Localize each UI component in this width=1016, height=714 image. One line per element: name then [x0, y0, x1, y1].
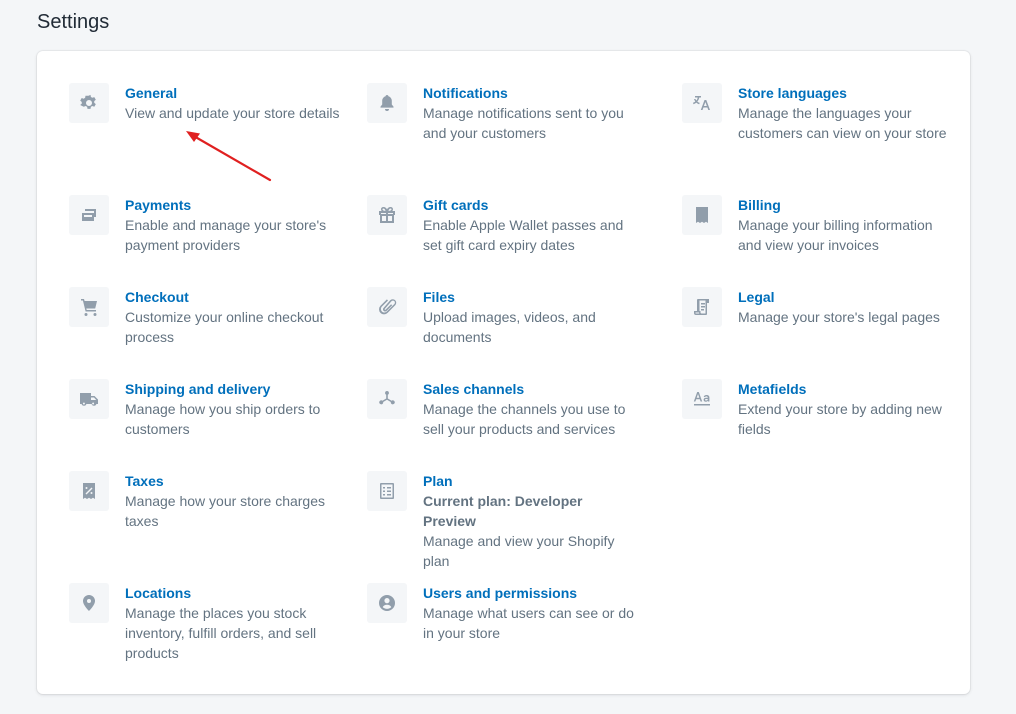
settings-item-title[interactable]: Checkout [125, 287, 340, 307]
settings-card: General View and update your store detai… [37, 51, 970, 694]
settings-item-description: Manage what users can see or do in your … [423, 605, 634, 641]
settings-item-payments[interactable]: Payments Enable and manage your store's … [69, 195, 340, 255]
settings-item-description: Manage notifications sent to you and you… [423, 105, 624, 141]
gear-icon [69, 83, 109, 123]
current-plan-label: Current plan: Developer Preview [423, 493, 583, 529]
settings-item-title[interactable]: Legal [738, 287, 953, 307]
gift-icon [367, 195, 407, 235]
settings-item-legal[interactable]: Legal Manage your store's legal pages [682, 287, 953, 327]
channels-icon [367, 379, 407, 419]
settings-item-title[interactable]: Plan [423, 471, 638, 491]
settings-item-notifications[interactable]: Notifications Manage notifications sent … [367, 83, 638, 143]
settings-item-title[interactable]: Sales channels [423, 379, 638, 399]
settings-item-description: View and update your store details [125, 105, 340, 121]
settings-item-users-and-permissions[interactable]: Users and permissions Manage what users … [367, 583, 638, 643]
location-pin-icon [69, 583, 109, 623]
paperclip-icon [367, 287, 407, 327]
settings-item-description: Upload images, videos, and documents [423, 309, 596, 345]
translate-icon [682, 83, 722, 123]
settings-item-billing[interactable]: Billing Manage your billing information … [682, 195, 953, 255]
cart-icon [69, 287, 109, 327]
settings-item-description: Extend your store by adding new fields [738, 401, 942, 437]
settings-item-shipping-and-delivery[interactable]: Shipping and delivery Manage how you shi… [69, 379, 340, 439]
settings-item-gift-cards[interactable]: Gift cards Enable Apple Wallet passes an… [367, 195, 638, 255]
settings-item-description: Manage the places you stock inventory, f… [125, 605, 317, 661]
truck-icon [69, 379, 109, 419]
settings-item-title[interactable]: Payments [125, 195, 340, 215]
settings-item-title[interactable]: Store languages [738, 83, 953, 103]
page-title: Settings [37, 11, 110, 33]
settings-item-title[interactable]: Metafields [738, 379, 953, 399]
settings-item-description: Manage the channels you use to sell your… [423, 401, 626, 437]
settings-item-taxes[interactable]: Taxes Manage how your store charges taxe… [69, 471, 340, 531]
settings-item-locations[interactable]: Locations Manage the places you stock in… [69, 583, 340, 663]
settings-item-description: Enable and manage your store's payment p… [125, 217, 327, 253]
settings-item-metafields[interactable]: Metafields Extend your store by adding n… [682, 379, 953, 439]
settings-item-description: Enable Apple Wallet passes and set gift … [423, 217, 624, 253]
settings-item-files[interactable]: Files Upload images, videos, and documen… [367, 287, 638, 347]
settings-item-title[interactable]: Users and permissions [423, 583, 638, 603]
settings-item-title[interactable]: Gift cards [423, 195, 638, 215]
tax-receipt-icon [69, 471, 109, 511]
settings-item-checkout[interactable]: Checkout Customize your online checkout … [69, 287, 340, 347]
credit-card-icon [69, 195, 109, 235]
settings-item-title[interactable]: Notifications [423, 83, 638, 103]
plan-checklist-icon [367, 471, 407, 511]
settings-item-description: Manage your billing information and view… [738, 217, 933, 253]
settings-item-description: Customize your online checkout process [125, 309, 324, 345]
settings-item-store-languages[interactable]: Store languages Manage the languages you… [682, 83, 953, 143]
settings-item-general[interactable]: General View and update your store detai… [69, 83, 340, 123]
settings-item-description: Manage how your store charges taxes [125, 493, 325, 529]
settings-item-plan[interactable]: Plan Current plan: Developer Preview Man… [367, 471, 638, 571]
settings-item-description: Manage how you ship orders to customers [125, 401, 321, 437]
settings-item-description: Manage the languages your customers can … [738, 105, 947, 141]
settings-item-description: Manage your store's legal pages [738, 309, 940, 325]
settings-item-title[interactable]: Locations [125, 583, 340, 603]
user-circle-icon [367, 583, 407, 623]
legal-document-icon [682, 287, 722, 327]
settings-item-title[interactable]: Billing [738, 195, 953, 215]
metafields-icon [682, 379, 722, 419]
annotation-arrow [186, 131, 272, 182]
settings-item-title[interactable]: Shipping and delivery [125, 379, 340, 399]
settings-item-sales-channels[interactable]: Sales channels Manage the channels you u… [367, 379, 638, 439]
settings-item-title[interactable]: Taxes [125, 471, 340, 491]
settings-item-description: Manage and view your Shopify plan [423, 533, 615, 569]
settings-item-title[interactable]: Files [423, 287, 638, 307]
bell-icon [367, 83, 407, 123]
settings-item-title[interactable]: General [125, 83, 340, 103]
receipt-dollar-icon [682, 195, 722, 235]
